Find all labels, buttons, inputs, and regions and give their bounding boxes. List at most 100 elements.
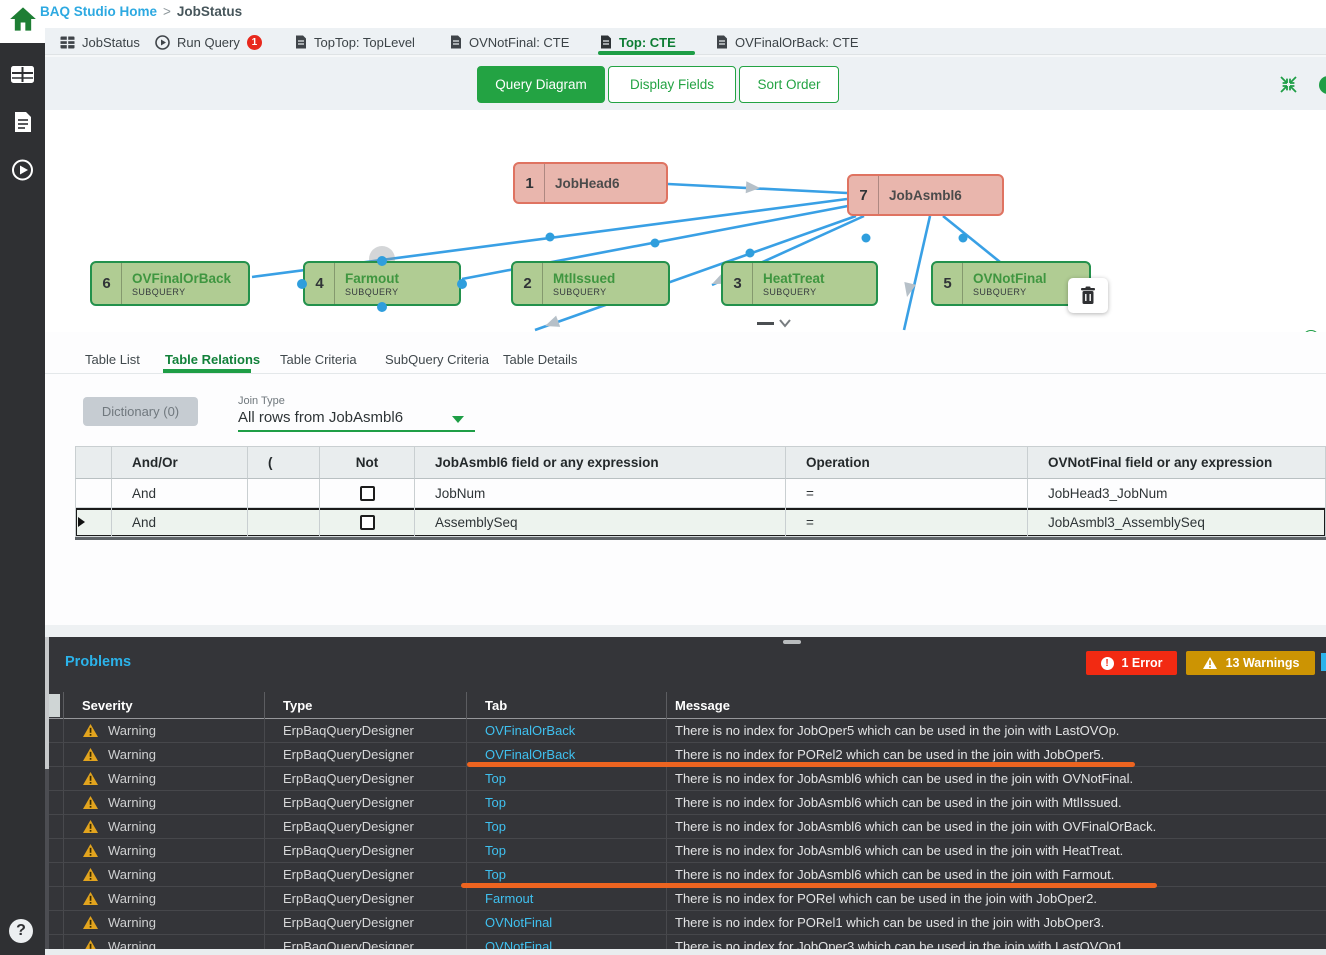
- cell-tab-link[interactable]: Top: [467, 839, 667, 862]
- problems-scrollbar-thumb[interactable]: [45, 637, 49, 769]
- error-count-button[interactable]: ! 1 Error: [1086, 651, 1177, 675]
- cell-tab-link[interactable]: Top: [467, 791, 667, 814]
- diagram-collapse-handle[interactable]: [757, 322, 774, 325]
- tab-label: JobStatus: [82, 35, 140, 50]
- cell-type: ErpBaqQueryDesigner: [265, 911, 467, 934]
- warning-triangle-icon: [82, 891, 99, 906]
- display-fields-button[interactable]: Display Fields: [608, 66, 736, 103]
- cell-severity: Warning: [64, 791, 265, 814]
- cell-paren[interactable]: [248, 479, 320, 508]
- breadcrumb-home-link[interactable]: BAQ Studio Home: [40, 4, 157, 19]
- warning-triangle-icon: [82, 819, 99, 834]
- severity-label: Warning: [108, 915, 156, 930]
- problem-row[interactable]: Warning ErpBaqQueryDesigner Farmout Ther…: [45, 887, 1326, 911]
- node-number: 6: [92, 263, 122, 304]
- cell-tab-link[interactable]: OVNotFinal: [467, 911, 667, 934]
- node-handle-left[interactable]: [297, 279, 307, 289]
- tab-jobstatus[interactable]: JobStatus: [60, 32, 140, 52]
- play-circle-icon: [155, 35, 170, 50]
- cell-message: There is no index for JobAsmbl6 which ca…: [667, 815, 1326, 838]
- tab-table-relations[interactable]: Table Relations: [165, 352, 260, 367]
- relation-row[interactable]: And AssemblySeq = JobAsmbl3_AssemblySeq: [75, 508, 1326, 537]
- cell-andor[interactable]: And: [112, 479, 248, 508]
- dictionary-button[interactable]: Dictionary (0): [83, 397, 198, 426]
- join-type-select[interactable]: All rows from JobAsmbl6: [238, 409, 403, 426]
- header-not: Not: [320, 446, 415, 479]
- document-icon[interactable]: [11, 111, 34, 133]
- delete-node-button[interactable]: [1068, 278, 1108, 313]
- relation-row[interactable]: And JobNum = JobHead3_JobNum: [75, 479, 1326, 508]
- cell-operation[interactable]: =: [786, 508, 1028, 537]
- node-mtlissued[interactable]: 2 MtlIssued SUBQUERY: [511, 261, 670, 306]
- help-icon[interactable]: ?: [9, 919, 33, 943]
- cell-type: ErpBaqQueryDesigner: [265, 743, 467, 766]
- tab-ovfinalorback-cte[interactable]: OVFinalOrBack: CTE: [716, 32, 859, 52]
- tab-run-query[interactable]: Run Query 1: [155, 32, 262, 52]
- node-farmout-selected[interactable]: 4 Farmout SUBQUERY: [303, 261, 461, 306]
- fit-to-screen-icon[interactable]: [1279, 75, 1298, 94]
- home-icon[interactable]: [9, 6, 37, 32]
- node-heattreat[interactable]: 3 HeatTreat SUBQUERY: [721, 261, 878, 306]
- cell-right-field[interactable]: JobHead3_JobNum: [1028, 479, 1326, 508]
- node-jobasmbl6[interactable]: 7 JobAsmbl6: [847, 174, 1004, 216]
- problem-row[interactable]: Warning ErpBaqQueryDesigner OVNotFinal T…: [45, 911, 1326, 935]
- severity-label: Warning: [108, 891, 156, 906]
- node-handle-top[interactable]: [377, 256, 387, 266]
- document-icon: [716, 35, 728, 49]
- node-handle-bottom[interactable]: [377, 302, 387, 312]
- query-diagram-button[interactable]: Query Diagram: [477, 66, 605, 103]
- error-icon: !: [1101, 657, 1114, 670]
- cell-andor[interactable]: And: [112, 508, 248, 537]
- chevron-down-icon[interactable]: [778, 318, 792, 328]
- cell-message: There is no index for JobAsmbl6 which ca…: [667, 791, 1326, 814]
- node-handle-right[interactable]: [457, 279, 467, 289]
- problem-row[interactable]: Warning ErpBaqQueryDesigner OVFinalOrBac…: [45, 719, 1326, 743]
- cell-tab-link[interactable]: Top: [467, 767, 667, 790]
- tab-subquery-criteria[interactable]: SubQuery Criteria: [385, 352, 489, 367]
- tab-table-list[interactable]: Table List: [85, 352, 140, 367]
- cell-severity: Warning: [64, 743, 265, 766]
- warning-triangle-icon: [82, 747, 99, 762]
- cell-left-field[interactable]: AssemblySeq: [415, 508, 786, 537]
- cell-left-field[interactable]: JobNum: [415, 479, 786, 508]
- not-checkbox[interactable]: [360, 486, 375, 501]
- problem-row[interactable]: Warning ErpBaqQueryDesigner Top There is…: [45, 767, 1326, 791]
- dropdown-caret-icon[interactable]: [452, 416, 464, 423]
- tab-ovnotfinal-cte[interactable]: OVNotFinal: CTE: [450, 32, 569, 52]
- panel-splitter[interactable]: [45, 625, 1326, 637]
- row-selector[interactable]: [75, 508, 112, 537]
- warning-triangle-icon: [82, 795, 99, 810]
- cell-tab-link[interactable]: Farmout: [467, 887, 667, 910]
- problems-resize-handle[interactable]: [783, 640, 801, 644]
- problem-row[interactable]: Warning ErpBaqQueryDesigner Top There is…: [45, 815, 1326, 839]
- document-icon: [295, 35, 307, 49]
- node-number: 1: [515, 164, 545, 202]
- tab-toptop-toplevel[interactable]: TopTop: TopLevel: [295, 32, 415, 52]
- severity-label: Warning: [108, 867, 156, 882]
- table-grid-icon[interactable]: [11, 64, 34, 86]
- node-ovnotfinal[interactable]: 5 OVNotFinal SUBQUERY: [931, 261, 1091, 306]
- problem-row[interactable]: Warning ErpBaqQueryDesigner Top There is…: [45, 791, 1326, 815]
- cell-tab-link[interactable]: Top: [467, 815, 667, 838]
- row-selector[interactable]: [75, 479, 112, 508]
- tab-label: OVFinalOrBack: CTE: [735, 35, 859, 50]
- sort-order-button[interactable]: Sort Order: [739, 66, 839, 103]
- cell-operation[interactable]: =: [786, 479, 1028, 508]
- node-ovfinalorback[interactable]: 6 OVFinalOrBack SUBQUERY: [90, 261, 250, 306]
- cell-tab-link[interactable]: OVFinalOrBack: [467, 719, 667, 742]
- relations-grid: And/Or ( Not JobAsmbl6 field or any expr…: [75, 446, 1326, 537]
- node-jobhead6[interactable]: 1 JobHead6: [513, 162, 668, 204]
- not-checkbox[interactable]: [360, 515, 375, 530]
- tab-table-details[interactable]: Table Details: [503, 352, 577, 367]
- problem-row[interactable]: Warning ErpBaqQueryDesigner Top There is…: [45, 839, 1326, 863]
- cell-paren[interactable]: [248, 508, 320, 537]
- annotation-underline-2: [461, 883, 1157, 888]
- problems-rows: Warning ErpBaqQueryDesigner OVFinalOrBac…: [45, 719, 1326, 955]
- tab-table-criteria[interactable]: Table Criteria: [280, 352, 357, 367]
- play-circle-icon[interactable]: [11, 159, 34, 181]
- tab-top-cte-active[interactable]: Top: CTE: [600, 32, 676, 52]
- cell-right-field[interactable]: JobAsmbl3_AssemblySeq: [1028, 508, 1326, 537]
- node-title: JobAsmbl6: [889, 188, 1002, 203]
- warning-count-button[interactable]: 13 Warnings: [1186, 651, 1315, 675]
- warning-triangle-icon: [82, 915, 99, 930]
